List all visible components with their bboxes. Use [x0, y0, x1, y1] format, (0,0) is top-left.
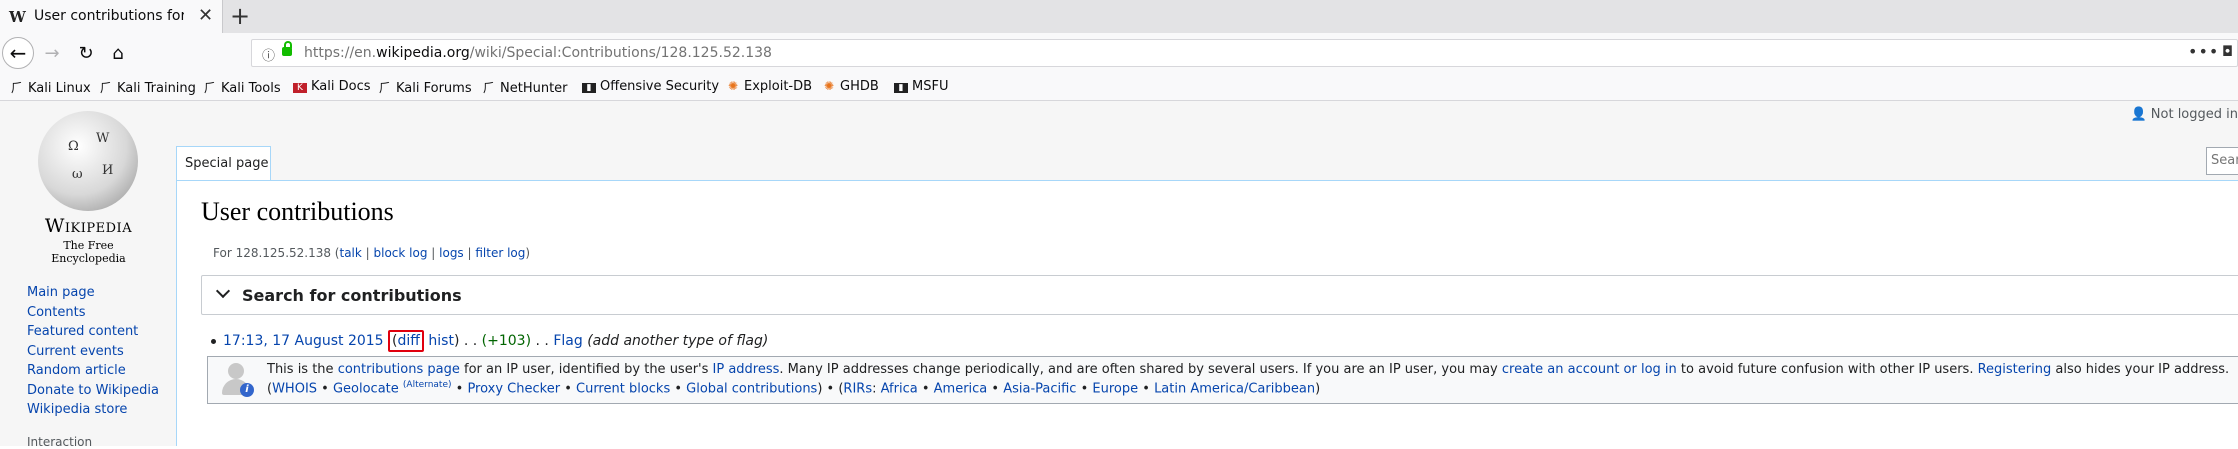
sidebar-item-current-events[interactable]: Current events	[27, 342, 159, 362]
kali-dragon-icon: ⺁	[203, 81, 216, 95]
ip-address-link[interactable]: IP address	[713, 362, 780, 377]
offsec-icon: ▮	[582, 83, 596, 93]
home-button[interactable]: ⌂	[102, 37, 134, 69]
browser-tab[interactable]: W User contributions for 128.125.52.138 …	[0, 0, 223, 33]
navigation-bar: ← → ↻ ⌂ ⓘ https://en.wikipedia.org/wiki/…	[0, 33, 2238, 74]
nethunter-icon: ⺁	[482, 81, 495, 95]
registering-link[interactable]: Registering	[1978, 362, 2052, 377]
search-contributions-label: Search for contributions	[242, 286, 462, 305]
whois-link[interactable]: WHOIS	[272, 381, 317, 396]
rir-africa-link[interactable]: Africa	[881, 381, 918, 396]
wikipedia-wordmark[interactable]: Wikipedia	[26, 215, 151, 237]
proxy-checker-link[interactable]: Proxy Checker	[467, 381, 560, 396]
contribution-entry: 17:13, 17 August 2015 (diff hist) . . (+…	[211, 330, 769, 352]
block-log-link[interactable]: block log	[374, 246, 428, 260]
close-tab-icon[interactable]: ✕	[198, 5, 213, 26]
kali-dragon-icon: ⺁	[378, 81, 391, 95]
chevron-down-icon[interactable]	[215, 283, 231, 299]
sidebar-item-donate[interactable]: Donate to Wikipedia	[27, 381, 159, 401]
timestamp-link[interactable]: 17:13, 17 August 2015	[223, 333, 384, 349]
sidebar-heading-interaction: Interaction	[27, 435, 93, 449]
reload-button[interactable]: ↻	[70, 37, 102, 69]
kali-dragon-icon: ⺁	[99, 81, 112, 95]
wikipedia-tagline: The Free Encyclopedia	[51, 239, 126, 265]
exploitdb-icon: ✺	[727, 79, 739, 93]
rir-america-link[interactable]: America	[934, 381, 988, 396]
bullet-icon	[211, 338, 216, 344]
talk-link[interactable]: talk	[340, 246, 362, 260]
current-blocks-link[interactable]: Current blocks	[576, 381, 670, 396]
bookmark-kali-tools[interactable]: ⺁ Kali Tools	[203, 79, 281, 96]
contributions-subtitle: For 128.125.52.138 (talk | block log | l…	[213, 246, 531, 260]
ghdb-icon: ✺	[823, 79, 835, 93]
tab-special-page[interactable]: Special page	[176, 146, 271, 180]
global-contributions-link[interactable]: Global contributions	[686, 381, 817, 396]
wikipedia-page: Ω W И ω Wikipedia The Free Encyclopedia …	[0, 101, 2238, 449]
diff-link[interactable]: diff	[398, 333, 420, 349]
wikipedia-favicon-icon: W	[9, 8, 26, 26]
bookmark-offensive-security[interactable]: ▮ Offensive Security	[582, 79, 719, 94]
kali-docs-icon: K	[293, 83, 307, 93]
ip-notice-text: This is the contributions page for an IP…	[267, 362, 2230, 377]
lock-icon[interactable]	[282, 41, 292, 56]
rir-latin-america-link[interactable]: Latin America/Caribbean	[1154, 381, 1315, 396]
bookmark-exploit-db[interactable]: ✺ Exploit-DB	[726, 79, 812, 94]
sidebar-navigation: Main page Contents Featured content Curr…	[27, 283, 159, 420]
pocket-icon[interactable]: ◘	[2222, 44, 2233, 60]
personal-tools[interactable]: 👤 Not logged in	[2130, 107, 2238, 122]
ip-user-notice: i This is the contributions page for an …	[207, 356, 2238, 404]
ip-tools-links: (WHOIS • Geolocate (Alternate) • Proxy C…	[267, 380, 1321, 397]
sidebar-item-featured-content[interactable]: Featured content	[27, 322, 159, 342]
size-change: (+103)	[481, 333, 532, 349]
geolocate-link[interactable]: Geolocate	[333, 381, 399, 396]
create-account-link[interactable]: create an account or log in	[1502, 362, 1677, 377]
flag-link[interactable]: Flag	[553, 333, 582, 349]
forward-button[interactable]: →	[36, 37, 68, 69]
msfu-icon: ▮	[894, 83, 908, 93]
url-bar[interactable]: ⓘ https://en.wikipedia.org/wiki/Special:…	[251, 39, 2238, 67]
logs-link[interactable]: logs	[439, 246, 464, 260]
tab-bar: W User contributions for 128.125.52.138 …	[0, 0, 2238, 33]
search-input[interactable]	[2211, 153, 2238, 168]
bookmark-ghdb[interactable]: ✺ GHDB	[822, 79, 879, 94]
bookmarks-toolbar: ⺁ Kali Linux ⺁ Kali Training ⺁ Kali Tools K…	[0, 74, 2238, 101]
url-text[interactable]: https://en.wikipedia.org/wiki/Special:Co…	[304, 45, 772, 61]
tab-title: User contributions for 128.125.52.138	[34, 8, 184, 24]
page-info-icon[interactable]: ⓘ	[262, 45, 275, 64]
back-button[interactable]: ←	[2, 37, 34, 69]
hist-link[interactable]: hist	[428, 333, 454, 349]
wiki-search-box[interactable]	[2206, 147, 2238, 175]
search-for-contributions-panel[interactable]: Search for contributions	[201, 275, 2238, 315]
ip-user-info-icon: i	[220, 363, 254, 399]
diff-highlight-box: (diff	[388, 330, 424, 352]
page-actions-icon[interactable]: •••	[2188, 42, 2219, 61]
rir-asia-pacific-link[interactable]: Asia-Pacific	[1003, 381, 1076, 396]
kali-dragon-icon: ⺁	[10, 81, 23, 95]
flag-note: (add another type of flag)	[587, 333, 769, 349]
contributions-page-link[interactable]: contributions page	[338, 362, 460, 377]
rir-europe-link[interactable]: Europe	[1092, 381, 1138, 396]
wikipedia-globe-logo[interactable]: Ω W И ω	[38, 111, 138, 211]
page-title: User contributions	[201, 197, 394, 226]
user-icon: 👤	[2130, 107, 2147, 122]
rirs-link[interactable]: RIRs	[843, 381, 872, 396]
sidebar-item-contents[interactable]: Contents	[27, 303, 159, 323]
new-tab-button[interactable]: +	[230, 2, 250, 30]
bookmark-kali-linux[interactable]: ⺁ Kali Linux	[10, 79, 91, 96]
bookmark-msfu[interactable]: ▮ MSFU	[894, 79, 948, 94]
bookmark-nethunter[interactable]: ⺁ NetHunter	[482, 79, 568, 96]
sidebar-item-main-page[interactable]: Main page	[27, 283, 159, 303]
main-content: User contributions For 128.125.52.138 (t…	[176, 180, 2238, 446]
filter-log-link[interactable]: filter log	[475, 246, 525, 260]
bookmark-kali-forums[interactable]: ⺁ Kali Forums	[378, 79, 472, 96]
bookmark-kali-training[interactable]: ⺁ Kali Training	[99, 79, 196, 96]
sidebar-item-random-article[interactable]: Random article	[27, 361, 159, 381]
bookmark-kali-docs[interactable]: K Kali Docs	[293, 79, 371, 94]
sidebar-item-store[interactable]: Wikipedia store	[27, 400, 159, 420]
geolocate-alternate-link[interactable]: (Alternate)	[403, 380, 452, 390]
